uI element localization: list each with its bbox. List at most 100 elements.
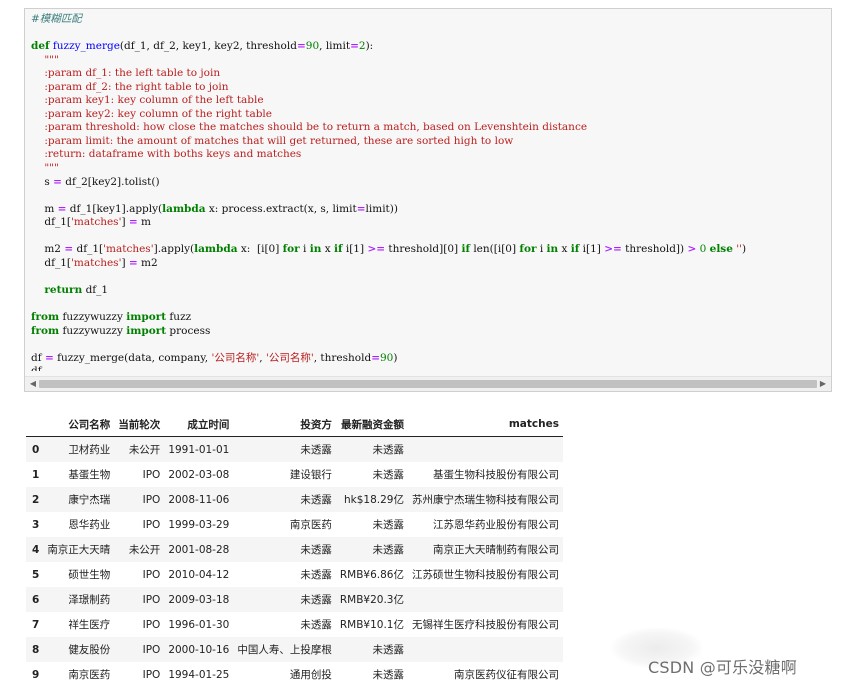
table-cell: 未透露 [372,519,404,531]
code-token: , limit [319,40,351,53]
table-cell: 未透露 [300,594,332,606]
row-index: 3 [32,518,40,531]
table-cell: 未透露 [300,619,332,631]
code-token: from [31,311,60,324]
table-cell: 南京医药 [289,519,332,531]
code-token: fuzzy_merge [52,40,120,53]
code-token: x [558,243,571,256]
code-token: lambda [194,243,238,256]
code-token: >= [367,243,386,256]
scroll-right-icon[interactable]: ▶ [817,378,829,390]
output-dataframe-table: 公司名称 当前轮次 成立时间 投资方 最新融资金额 matches 0 卫材药业 未公开 199… [26,412,563,687]
table-cell: 未透露 [372,469,404,481]
code-token: m2 [31,243,65,256]
table-cell: 建设银行 [289,469,332,481]
code-line: df [31,365,831,371]
table-cell: 未透露 [300,544,332,556]
code-token: :param df_1: the left table to join [31,67,221,80]
code-token: #模糊匹配 [31,13,82,25]
horizontal-scrollbar[interactable]: ◀ ▶ [25,376,831,391]
table-cell [408,637,563,662]
table-row: 3 恩华药业 IPO 1999-03-29 南京医药 未透露 江苏恩华药业股份有限公司 [26,512,563,537]
code-line: df_1['matches'] = m [31,216,831,230]
code-token: , [259,351,266,364]
code-line: df_1['matches'] = m2 [31,257,831,271]
code-token: for [282,243,300,256]
code-token: ) [393,351,398,364]
code-token: x: [i[0] [237,243,283,256]
table-cell: 1991-01-01 [168,443,230,456]
code-token: 90 [305,40,320,53]
code-token: 'matches' [71,216,122,229]
code-cell[interactable]: #模糊匹配 def fuzzy_merge(df_1, df_2, key1, … [24,8,832,392]
table-cell: IPO [142,468,161,481]
code-line: m2 = df_1['matches'].apply(lambda x: [i[… [31,243,831,257]
code-line: """ [31,162,831,176]
table-row: 2 康宁杰瑞 IPO 2008-11-06 未透露 hk$18.29亿 苏州康宁杰瑞生物科技… [26,487,563,512]
table-cell: 苏州康宁杰瑞生物科技有限公司 [411,494,559,506]
code-token: = [296,40,306,53]
code-editor[interactable]: #模糊匹配 def fuzzy_merge(df_1, df_2, key1, … [31,13,831,371]
table-row: 0 卫材药业 未公开 1991-01-01 未透露 未透露 [26,436,563,462]
code-line: :param limit: the amount of matches that… [31,135,831,149]
code-token: df_1[key1].apply( [66,202,163,215]
code-token: = [53,175,62,188]
code-token: len([i[0] [469,243,520,256]
table-cell: 通用创投 [289,669,332,681]
code-line: df = fuzzy_merge(data, company, '公司名称', … [31,352,831,366]
table-cell: 健友股份 [68,644,111,656]
code-token: 90 [380,351,394,364]
scrollbar-thumb[interactable] [39,380,817,388]
table-cell: 未透露 [372,544,404,556]
code-token: fuzzy_merge(data, company, [53,351,212,364]
code-line: :param threshold: how close the matches … [31,121,831,135]
row-index: 5 [32,568,40,581]
code-token: x: process.extract(x, s, limit [205,202,357,215]
code-token: from [31,324,60,337]
code-token: if [570,243,580,256]
table-cell: 卫材药业 [68,444,111,456]
watermark-text: CSDN @可乐没糖啊 [648,658,797,677]
code-token: i[1] [579,243,605,256]
table-cell: 2000-10-16 [168,643,230,656]
code-token: df_1[ [31,256,71,269]
code-token: in [546,243,559,256]
column-header: 最新融资金额 [335,412,408,437]
code-token: >= [604,243,622,256]
table-cell: 江苏硕世生物科技股份有限公司 [411,569,559,581]
code-token: :param limit: the amount of matches that… [31,134,514,147]
row-index: 8 [32,643,40,656]
table-cell: 康宁杰瑞 [68,494,111,506]
code-token: :param key2: key column of the right tab… [31,107,273,120]
table-cell: 基蛋生物科技股份有限公司 [432,469,559,481]
table-cell: 2002-03-08 [168,468,230,481]
code-token: df_1[ [31,216,71,229]
code-token: :param df_2: the right table to join [31,80,229,93]
column-header: 投资方 [233,412,336,437]
code-token: ].apply( [153,243,195,256]
table-cell: 基蛋生物 [68,469,111,481]
scroll-left-icon[interactable]: ◀ [27,378,39,390]
table-cell: 1994-01-25 [168,668,230,681]
table-cell: 中国人寿、上投摩根 [237,644,332,656]
code-token: if [461,243,470,256]
table-row: 1 基蛋生物 IPO 2002-03-08 建设银行 未透露 基蛋生物科技股份有限公司 [26,462,563,487]
code-token: (df_1, df_2, key1, key2, threshold [119,40,297,53]
code-token: fuzzywuzzy [59,324,127,337]
table-cell: 硕世生物 [68,569,111,581]
code-token: lambda [162,202,206,215]
code-token: , threshold [313,351,372,364]
table-cell: IPO [142,643,161,656]
table-cell: 未透露 [300,444,332,456]
code-token: = [128,216,138,229]
table-cell: 2009-03-18 [168,593,230,606]
table-row: 7 祥生医疗 IPO 1996-01-30 未透露 RMB¥10.1亿 无锡祥生医疗科技股份… [26,612,563,637]
table-row: 5 硕世生物 IPO 2010-04-12 未透露 RMB¥6.86亿 江苏硕世生物科技股份… [26,562,563,587]
table-cell: RMB¥10.1亿 [339,619,404,631]
code-token: :param threshold: how close the matches … [31,121,588,134]
code-token: i [299,243,310,256]
table-cell: 2010-04-12 [168,568,230,581]
